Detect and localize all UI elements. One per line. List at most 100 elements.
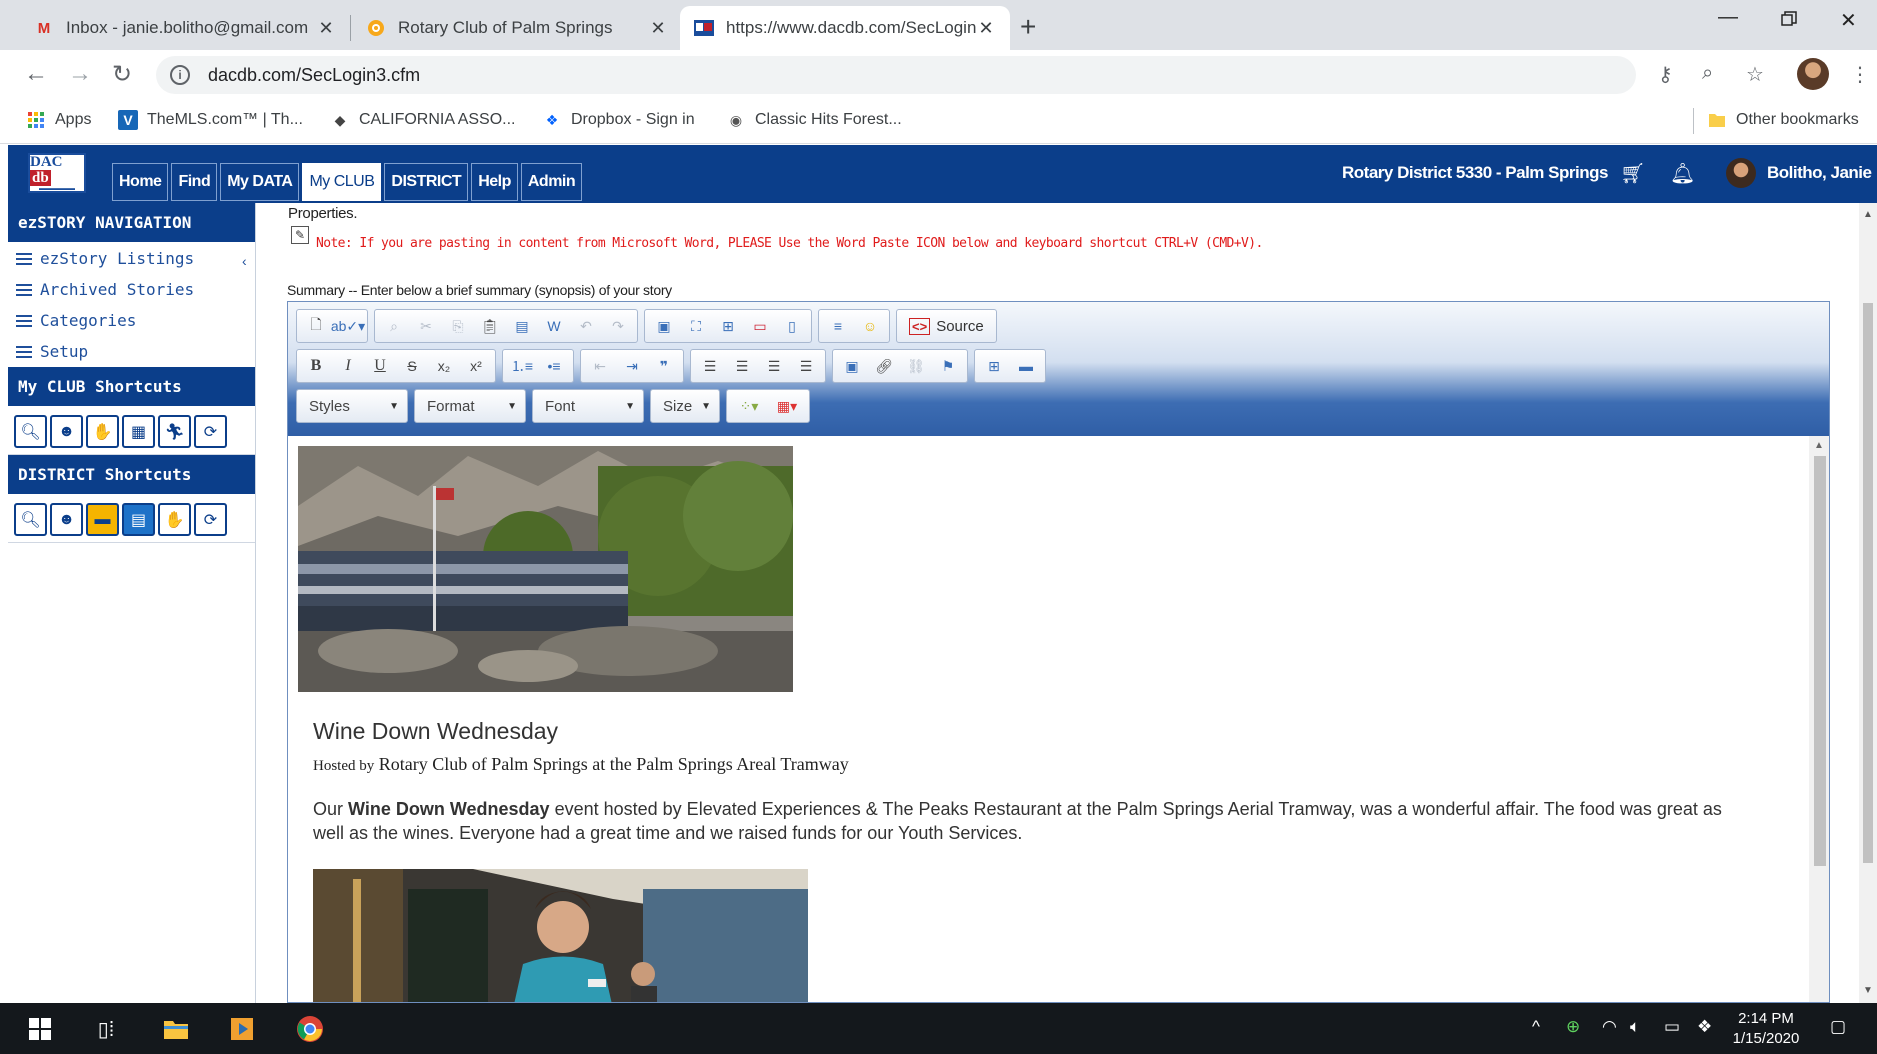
- sidebar-item-ezstory-listings[interactable]: ezStory Listings: [8, 243, 255, 274]
- nav-admin[interactable]: Admin: [520, 163, 583, 201]
- network-icon[interactable]: ⊕: [1566, 1017, 1580, 1037]
- tab-gmail[interactable]: M Inbox - janie.bolitho@gmail.com ✕: [20, 6, 350, 50]
- undo-icon[interactable]: ↶: [571, 312, 601, 340]
- bookmark-other[interactable]: Other bookmarks: [1707, 110, 1859, 130]
- editor-scrollbar[interactable]: ▲: [1809, 436, 1829, 1002]
- reload-icon[interactable]: ↻: [112, 60, 132, 89]
- wifi-icon[interactable]: ◠: [1602, 1017, 1617, 1037]
- back-icon[interactable]: ←: [24, 60, 48, 88]
- editor-body[interactable]: Wine Down Wednesday Hosted by Rotary Clu…: [288, 436, 1829, 1002]
- italic-icon[interactable]: I: [333, 352, 363, 380]
- bookmark-california[interactable]: ◆ CALIFORNIA ASSO...: [330, 110, 516, 130]
- bulleted-list-icon[interactable]: •≡: [539, 352, 569, 380]
- chrome-icon[interactable]: [296, 1016, 324, 1042]
- bookmark-dropbox[interactable]: ❖ Dropbox - Sign in: [542, 110, 695, 130]
- notifications-icon[interactable]: ▢: [1830, 1017, 1846, 1037]
- folder-icon[interactable]: ▬: [86, 503, 119, 536]
- minimize-icon[interactable]: —: [1718, 6, 1738, 29]
- close-icon[interactable]: ✕: [976, 18, 996, 39]
- superscript-icon[interactable]: x²: [461, 352, 491, 380]
- address-bar[interactable]: i dacdb.com/SecLogin3.cfm: [156, 56, 1636, 94]
- redo-icon[interactable]: ↷: [603, 312, 633, 340]
- outdent-icon[interactable]: ⇤: [585, 352, 615, 380]
- spellcheck-icon[interactable]: ab✓▾: [331, 312, 365, 340]
- zoom-icon[interactable]: ⌕: [1702, 62, 1713, 85]
- close-icon[interactable]: ✕: [648, 18, 668, 39]
- font-dropdown[interactable]: Font ▼: [532, 389, 644, 423]
- tab-dacdb[interactable]: https://www.dacdb.com/SecLogin ✕: [680, 6, 1010, 50]
- bookmark-classic-hits[interactable]: ◉ Classic Hits Forest...: [726, 110, 902, 130]
- new-page-icon[interactable]: 🗋: [301, 312, 331, 340]
- user-name[interactable]: Bolitho, Janie: [1767, 163, 1872, 183]
- profile-avatar[interactable]: [1797, 58, 1829, 90]
- scroll-down-arrow-icon[interactable]: ▼: [1863, 985, 1873, 996]
- search-member-icon[interactable]: 🔍︎: [14, 415, 47, 448]
- restore-icon[interactable]: [1781, 10, 1797, 33]
- div-icon[interactable]: ▭: [745, 312, 775, 340]
- numbered-list-icon[interactable]: ⒈≡: [507, 352, 537, 380]
- nav-find[interactable]: Find: [171, 163, 218, 201]
- district-name[interactable]: Rotary District 5330 - Palm Springs: [1342, 163, 1608, 183]
- new-tab-plus-icon[interactable]: +: [1020, 11, 1036, 43]
- nav-my-data[interactable]: My DATA: [220, 163, 300, 201]
- bold-icon[interactable]: B: [301, 352, 331, 380]
- scroll-up-arrow-icon[interactable]: ▲: [1863, 209, 1873, 220]
- styles-dropdown[interactable]: Styles ▼: [296, 389, 408, 423]
- dacdb-logo[interactable]: DAC db ▬▬▬▬▬▬: [28, 153, 86, 193]
- preview-icon[interactable]: ▯: [777, 312, 807, 340]
- align-left-icon[interactable]: ☰: [695, 352, 725, 380]
- blockquote-icon[interactable]: ❞: [649, 352, 679, 380]
- unlink-icon[interactable]: ⛓: [901, 352, 931, 380]
- nav-district[interactable]: DISTRICT: [384, 163, 469, 201]
- close-window-icon[interactable]: ✕: [1840, 8, 1857, 33]
- tray-chevron-icon[interactable]: ^: [1532, 1017, 1540, 1037]
- sidebar-item-archived-stories[interactable]: Archived Stories: [8, 274, 255, 305]
- battery-icon[interactable]: ▭: [1664, 1017, 1680, 1037]
- align-center-icon[interactable]: ☰: [727, 352, 757, 380]
- sidebar-item-setup[interactable]: Setup: [8, 336, 255, 367]
- page-break-icon[interactable]: ▬: [1011, 352, 1041, 380]
- refresh-clock-icon[interactable]: ⟳: [194, 503, 227, 536]
- collapse-chevron-icon[interactable]: ‹: [242, 253, 247, 269]
- link-icon[interactable]: 🔗︎: [869, 352, 899, 380]
- cart-icon[interactable]: 🛒︎: [1620, 161, 1645, 186]
- close-icon[interactable]: ✕: [316, 18, 336, 39]
- info-icon[interactable]: i: [170, 65, 190, 85]
- nav-my-club[interactable]: My CLUB: [302, 163, 382, 201]
- strikethrough-icon[interactable]: S: [397, 352, 427, 380]
- indent-icon[interactable]: ⇥: [617, 352, 647, 380]
- underline-icon[interactable]: U: [365, 352, 395, 380]
- card-icon[interactable]: ▤: [122, 503, 155, 536]
- windows-start-icon[interactable]: [26, 1016, 54, 1042]
- runner-icon[interactable]: 🏃︎: [158, 415, 191, 448]
- subscript-icon[interactable]: x₂: [429, 352, 459, 380]
- page-scrollbar[interactable]: ▲ ▼: [1859, 203, 1877, 1003]
- menu-icon[interactable]: ⋮: [1850, 62, 1870, 87]
- sidebar-item-categories[interactable]: Categories: [8, 305, 255, 336]
- justify-icon[interactable]: ☰: [791, 352, 821, 380]
- maximize-icon[interactable]: ⛶: [681, 312, 711, 340]
- paste-icon[interactable]: 📋︎: [475, 312, 505, 340]
- people-group-icon[interactable]: ☻: [50, 503, 83, 536]
- hands-raised-icon[interactable]: ✋: [158, 503, 191, 536]
- align-right-icon[interactable]: ☰: [759, 352, 789, 380]
- file-explorer-icon[interactable]: [162, 1016, 190, 1042]
- show-blocks-icon[interactable]: ⊞: [713, 312, 743, 340]
- media-player-icon[interactable]: [228, 1016, 256, 1042]
- smiley-icon[interactable]: ☺: [855, 312, 885, 340]
- search-member-icon[interactable]: 🔍︎: [14, 503, 47, 536]
- star-icon[interactable]: ☆: [1746, 62, 1764, 87]
- nav-home[interactable]: Home: [112, 163, 169, 201]
- source-button[interactable]: <> Source: [901, 317, 992, 335]
- image-icon[interactable]: ▣: [649, 312, 679, 340]
- taskbar-clock[interactable]: 2:14 PM 1/15/2020: [1728, 1009, 1804, 1049]
- key-icon[interactable]: ⚷: [1658, 62, 1673, 87]
- copy-icon[interactable]: ⎘: [443, 312, 473, 340]
- paste-word-icon[interactable]: W: [539, 312, 569, 340]
- dropbox-tray-icon[interactable]: ❖: [1697, 1017, 1712, 1037]
- anchor-flag-icon[interactable]: ⚑: [933, 352, 963, 380]
- bell-icon[interactable]: 🔔︎: [1670, 161, 1695, 186]
- scroll-up-arrow-icon[interactable]: ▲: [1814, 440, 1824, 451]
- bookmark-themls[interactable]: V TheMLS.com™ | Th...: [118, 110, 303, 130]
- task-view-icon[interactable]: ▯⁞: [92, 1016, 120, 1042]
